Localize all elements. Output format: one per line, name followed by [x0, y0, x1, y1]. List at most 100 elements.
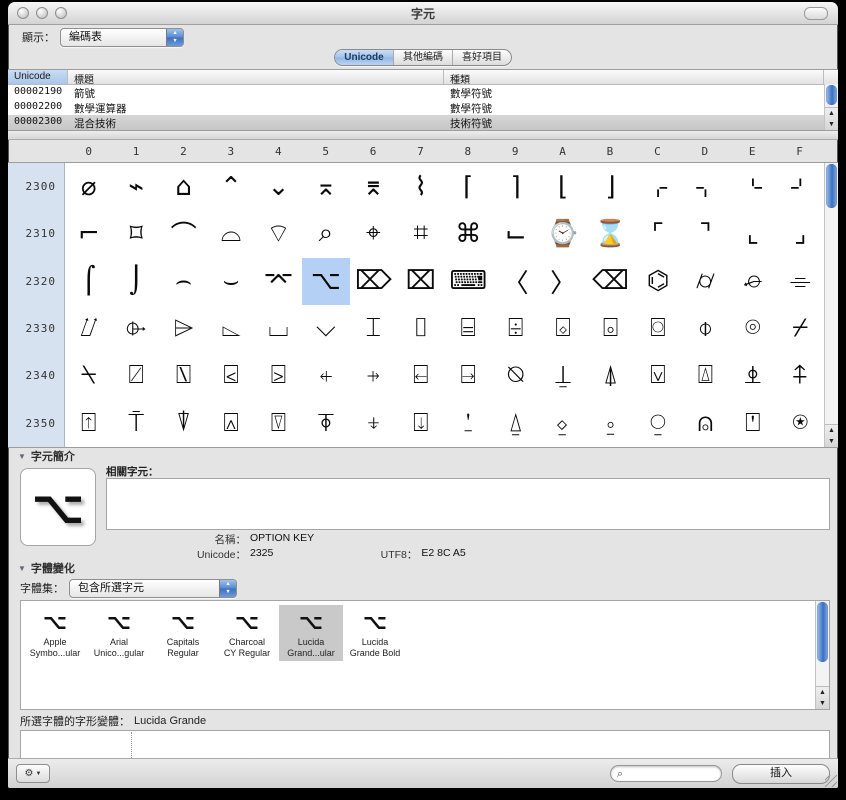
grid-cell[interactable]: ⌝: [682, 210, 729, 257]
search-field[interactable]: ⌕: [610, 765, 722, 782]
grid-cell[interactable]: ⍃: [207, 352, 254, 399]
grid-cell[interactable]: ⌀: [65, 163, 112, 210]
grid-cell[interactable]: ⌺: [539, 305, 586, 352]
grid-cell[interactable]: ⌸: [445, 305, 492, 352]
grid-cell[interactable]: ⍆: [350, 352, 397, 399]
search-input[interactable]: [626, 768, 706, 779]
glyph-variants-box[interactable]: [20, 730, 830, 760]
table-row[interactable]: 00002200數學運算器數學符號: [8, 100, 824, 115]
grid-cell[interactable]: ⍞: [729, 400, 776, 447]
grid-cell[interactable]: ⌫: [587, 258, 634, 305]
grid-cell[interactable]: ⌁: [112, 163, 159, 210]
related-chars-box[interactable]: [106, 478, 830, 530]
grid-cell[interactable]: ⌌: [634, 163, 681, 210]
grid-cell[interactable]: ⍉: [492, 352, 539, 399]
column-header-category[interactable]: 種類: [444, 70, 824, 84]
grid-cell[interactable]: ⍝: [682, 400, 729, 447]
grid-cell[interactable]: ⍟: [777, 400, 824, 447]
grid-cell[interactable]: ⌂: [160, 163, 207, 210]
font-item[interactable]: ⌥LucidaGrand...ular: [279, 605, 343, 661]
grid-cell[interactable]: ⌵: [302, 305, 349, 352]
grid-cell[interactable]: ⍂: [160, 352, 207, 399]
grid-cell[interactable]: ⍋: [587, 352, 634, 399]
grid-cell[interactable]: ⌋: [587, 163, 634, 210]
grid-cell[interactable]: ⍖: [350, 400, 397, 447]
grid-cell[interactable]: ⌒: [160, 210, 207, 257]
column-header-unicode[interactable]: Unicode: [8, 70, 68, 84]
grid-cell[interactable]: ⌧: [397, 258, 444, 305]
grid-cell[interactable]: ⍗: [397, 400, 444, 447]
grid-cell[interactable]: ⍏: [777, 352, 824, 399]
grid-cell[interactable]: ⌠: [65, 258, 112, 305]
grid-cell[interactable]: ⍅: [302, 352, 349, 399]
grid-cell[interactable]: ⍄: [255, 352, 302, 399]
splitter-handle[interactable]: [8, 131, 838, 140]
grid-cell[interactable]: ⌗: [397, 210, 444, 257]
grid-cell[interactable]: ⌡: [112, 258, 159, 305]
grid-cell[interactable]: ⍕: [302, 400, 349, 447]
grid-cell[interactable]: ⌲: [160, 305, 207, 352]
grid-cell[interactable]: ⌥: [302, 258, 349, 305]
grid-cell[interactable]: ⌳: [207, 305, 254, 352]
grid-cell[interactable]: ⌢: [160, 258, 207, 305]
grid-cell[interactable]: ⌹: [492, 305, 539, 352]
grid-cell[interactable]: ⍔: [255, 400, 302, 447]
view-dropdown[interactable]: 編碼表 ▲▼: [60, 28, 184, 47]
grid-cell[interactable]: ⌜: [634, 210, 681, 257]
grid-cell[interactable]: ⌷: [397, 305, 444, 352]
grid-cell[interactable]: ⌑: [112, 210, 159, 257]
grid-cell[interactable]: ⌖: [350, 210, 397, 257]
grid-cell[interactable]: ⌾: [729, 305, 776, 352]
grid-cell[interactable]: ⍒: [160, 400, 207, 447]
tab-Unicode[interactable]: Unicode: [335, 50, 394, 65]
grid-cell[interactable]: ⌘: [445, 210, 492, 257]
grid-cell[interactable]: ⌄: [255, 163, 302, 210]
grid-cell[interactable]: ⍍: [682, 352, 729, 399]
column-header-title[interactable]: 標題: [68, 70, 444, 84]
grid-cell[interactable]: ⌽: [682, 305, 729, 352]
font-collection-dropdown[interactable]: 包含所選字元 ▲▼: [69, 579, 237, 598]
toolbar-pill-button[interactable]: [804, 7, 828, 20]
grid-cell[interactable]: ⌰: [65, 305, 112, 352]
font-item[interactable]: ⌥AppleSymbo...ular: [23, 605, 87, 661]
grid-cell[interactable]: ⌇: [397, 163, 444, 210]
insert-button[interactable]: 插入: [732, 764, 830, 784]
grid-cell[interactable]: ⍘: [445, 400, 492, 447]
grid-cell[interactable]: ⍌: [634, 352, 681, 399]
grid-cell[interactable]: ⌭: [682, 258, 729, 305]
scrollbar-thumb[interactable]: [817, 602, 828, 662]
grid-cell[interactable]: ⌆: [350, 163, 397, 210]
grid-cell[interactable]: ⌅: [302, 163, 349, 210]
grid-cell[interactable]: ⌕: [302, 210, 349, 257]
grid-cell[interactable]: ⌃: [207, 163, 254, 210]
grid-cell[interactable]: ⍑: [112, 400, 159, 447]
scrollbar-arrows[interactable]: ▲▼: [825, 107, 838, 130]
grid-cell[interactable]: ⌯: [777, 258, 824, 305]
scrollbar-arrows[interactable]: ▲▼: [816, 686, 829, 709]
grid-cell[interactable]: ⌴: [255, 305, 302, 352]
grid-cell[interactable]: ⍈: [445, 352, 492, 399]
grid-cell[interactable]: ⌨: [445, 258, 492, 305]
grid-cell[interactable]: ⌼: [634, 305, 681, 352]
grid-cell[interactable]: ⍁: [112, 352, 159, 399]
grid-cell[interactable]: ⌣: [207, 258, 254, 305]
scrollbar-thumb[interactable]: [826, 164, 837, 208]
grid-scrollbar[interactable]: ▲▼: [824, 163, 838, 447]
grid-cell[interactable]: ⌉: [492, 163, 539, 210]
tab-其他編碼[interactable]: 其他編碼: [394, 50, 453, 65]
grid-cell[interactable]: ⌬: [634, 258, 681, 305]
grid-cell[interactable]: ⍙: [492, 400, 539, 447]
grid-cell[interactable]: ⍐: [65, 400, 112, 447]
grid-cell[interactable]: ⌊: [539, 163, 586, 210]
grid-cell[interactable]: ⌤: [255, 258, 302, 305]
grid-cell[interactable]: ⍀: [65, 352, 112, 399]
grid-cell[interactable]: ⍎: [729, 352, 776, 399]
grid-cell[interactable]: ⍓: [207, 400, 254, 447]
grid-cell[interactable]: ⌻: [587, 305, 634, 352]
font-item[interactable]: ⌥ArialUnico...gular: [87, 605, 151, 661]
grid-cell[interactable]: ⌦: [350, 258, 397, 305]
table-row[interactable]: 00002190箭號數學符號: [8, 85, 824, 100]
grid-cell[interactable]: ⌈: [445, 163, 492, 210]
scrollbar-arrows[interactable]: ▲▼: [825, 424, 838, 447]
grid-cell[interactable]: ⍛: [587, 400, 634, 447]
